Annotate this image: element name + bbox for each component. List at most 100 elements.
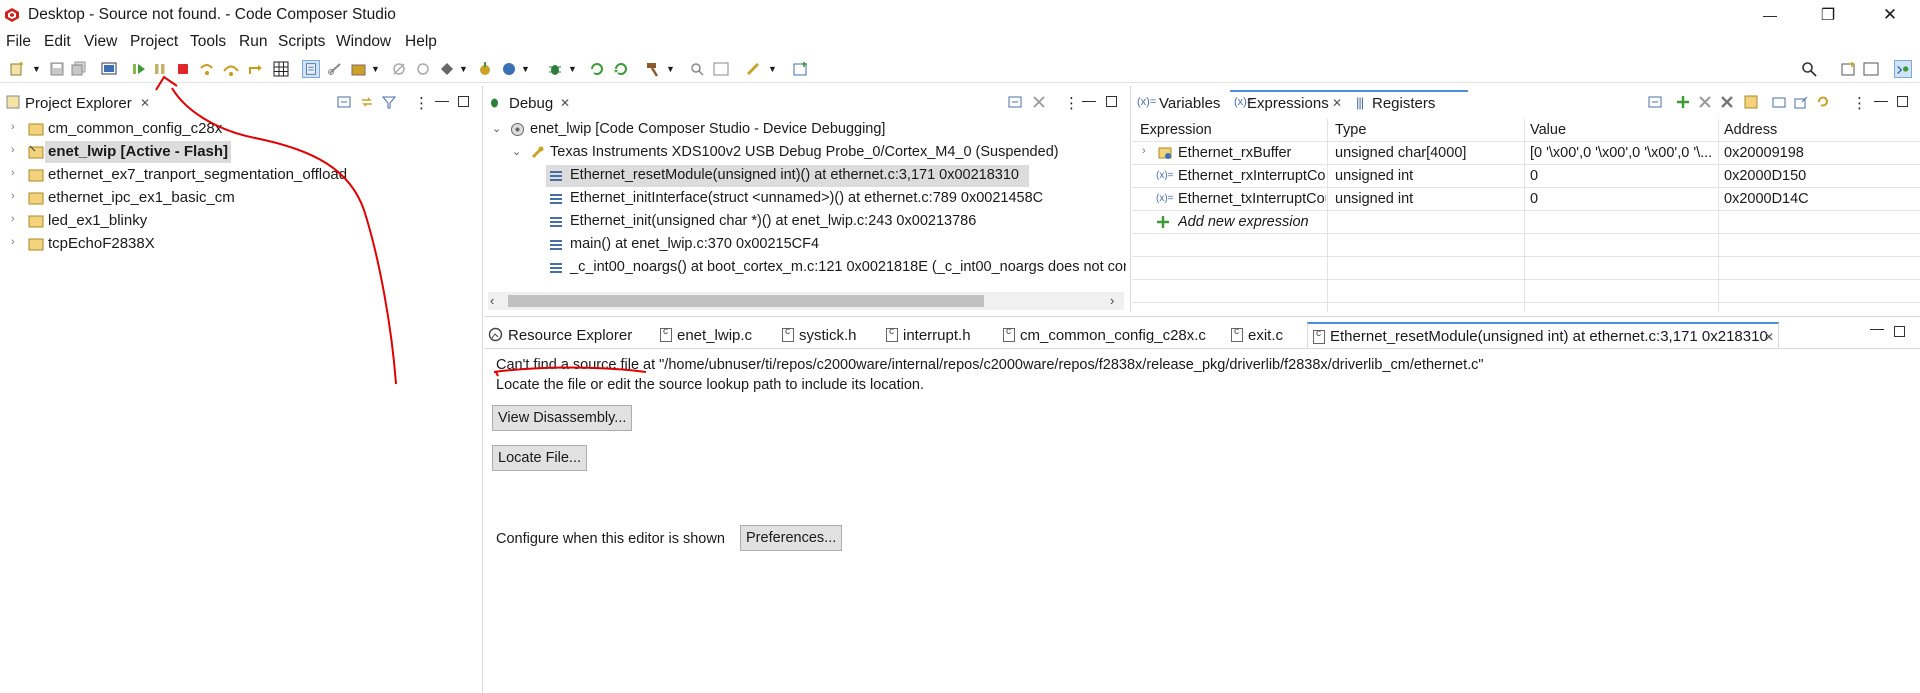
refresh-icon[interactable] (588, 60, 606, 78)
add-expression-icon[interactable] (1676, 95, 1690, 109)
search-icon[interactable] (1800, 60, 1818, 78)
paint-bucket-icon[interactable] (438, 60, 456, 78)
chevron-right-icon[interactable]: › (11, 190, 15, 202)
reload-icon[interactable] (612, 60, 630, 78)
remove-all-icon[interactable] (1720, 95, 1734, 109)
collapse-all-icon[interactable] (1008, 95, 1022, 109)
search-ref-icon[interactable] (688, 60, 706, 78)
maximize-view-icon[interactable] (1106, 96, 1117, 107)
link-with-editor-icon[interactable] (360, 95, 374, 109)
ccs-debug-perspective-icon[interactable] (1894, 60, 1912, 78)
chevron-right-icon[interactable]: › (11, 121, 15, 133)
hammer-build-icon[interactable] (644, 60, 662, 78)
tree-item-project[interactable]: › led_ex1_blinky (0, 210, 480, 233)
restore-button[interactable]: ❐ (1800, 0, 1856, 30)
sash-divider[interactable] (484, 316, 1920, 317)
view-menu-icon[interactable]: ⋮ (414, 94, 429, 112)
chevron-down-icon[interactable]: ⌄ (492, 122, 501, 135)
tab-expressions[interactable]: Expressions (1247, 95, 1329, 112)
menu-project[interactable]: Project (130, 33, 178, 51)
step-return-icon[interactable] (246, 60, 264, 78)
scrollbar-thumb[interactable] (508, 295, 984, 307)
collapse-all-icon[interactable] (1648, 95, 1662, 109)
table-row[interactable]: (x)= Ethernet_rxInterruptCou unsigned in… (1132, 165, 1920, 187)
resume-icon[interactable] (130, 60, 148, 78)
tab-ethernet-reset-module[interactable]: Ethernet_resetModule(unsigned int) at et… (1307, 322, 1779, 348)
minimize-view-icon[interactable]: — (435, 92, 449, 108)
save-all-icon[interactable] (70, 60, 88, 78)
maximize-view-icon[interactable] (1894, 326, 1905, 337)
tree-item-project[interactable]: › ethernet_ex7_tranport_segmentation_off… (0, 164, 480, 187)
tree-item-project[interactable]: › cm_common_config_c28x (0, 118, 480, 141)
view-menu-icon[interactable]: ⋮ (1064, 94, 1079, 112)
connect-target-icon[interactable] (302, 60, 320, 78)
dropdown-arrow-icon[interactable]: ▼ (768, 64, 777, 74)
debug-view-icon[interactable] (100, 60, 118, 78)
table-row[interactable]: › Ethernet_rxBuffer unsigned char[4000] … (1132, 142, 1920, 164)
tab-debug[interactable]: Debug (509, 95, 553, 112)
dropdown-arrow-icon[interactable]: ▼ (32, 64, 41, 74)
collapse-icon[interactable] (1772, 95, 1786, 109)
close-icon[interactable]: ✕ (1332, 96, 1342, 110)
maximize-view-icon[interactable] (458, 96, 469, 107)
open-perspective-icon[interactable] (792, 60, 810, 78)
close-icon[interactable]: ✕ (560, 96, 570, 110)
menu-run[interactable]: Run (239, 33, 267, 51)
menu-view[interactable]: View (84, 33, 117, 51)
view-menu-icon[interactable]: ⋮ (1852, 94, 1867, 112)
breakpoint-remove-icon[interactable] (414, 60, 432, 78)
dropdown-arrow-icon[interactable]: ▼ (371, 64, 380, 74)
column-header-address[interactable]: Address (1724, 119, 1909, 142)
stack-frame[interactable]: Ethernet_initInterface(struct <unnamed>)… (550, 188, 1126, 210)
menu-help[interactable]: Help (405, 33, 437, 51)
stack-frame[interactable]: _c_int00_noargs() at boot_cortex_m.c:121… (550, 257, 1126, 279)
step-over-icon[interactable] (222, 60, 240, 78)
remove-icon[interactable] (1698, 95, 1712, 109)
tab-interrupt-h[interactable]: interrupt.h (886, 322, 976, 348)
stack-frame[interactable]: Ethernet_resetModule(unsigned int)() at … (550, 165, 1126, 187)
stack-frame[interactable]: Ethernet_init(unsigned char *)() at enet… (550, 211, 1126, 233)
continuous-refresh-icon[interactable] (1816, 95, 1830, 109)
tab-registers[interactable]: Registers (1372, 95, 1435, 112)
chevron-right-icon[interactable]: › (11, 144, 15, 156)
column-header-expression[interactable]: Expression (1140, 119, 1325, 142)
remove-terminated-icon[interactable] (1032, 95, 1046, 109)
run-external-icon[interactable] (476, 60, 494, 78)
menu-scripts[interactable]: Scripts (278, 33, 325, 51)
save-icon[interactable] (48, 60, 66, 78)
tab-systick-h[interactable]: systick.h (782, 322, 862, 348)
menu-tools[interactable]: Tools (190, 33, 226, 51)
debug-session-node[interactable]: ⌄ enet_lwip [Code Composer Studio - Devi… (490, 119, 1126, 141)
dropdown-arrow-icon[interactable]: ▼ (521, 64, 530, 74)
debug-launch-icon[interactable] (500, 60, 518, 78)
close-icon[interactable]: ✕ (1764, 330, 1774, 344)
minimize-button[interactable]: — (1742, 0, 1798, 30)
chevron-right-icon[interactable]: › (11, 167, 15, 179)
chevron-right-icon[interactable]: › (1142, 145, 1146, 157)
chevron-right-icon[interactable]: › (11, 213, 15, 225)
menu-file[interactable]: File (6, 33, 31, 51)
tree-item-project[interactable]: › tcpEchoF2838X (0, 233, 480, 256)
export-icon[interactable] (1794, 95, 1808, 109)
scroll-left-icon[interactable]: ‹ (490, 293, 494, 308)
terminate-icon[interactable] (174, 60, 192, 78)
minimize-view-icon[interactable]: — (1870, 320, 1884, 336)
tab-cm-common-config-c28x-c[interactable]: cm_common_config_c28x.c (1003, 322, 1206, 348)
open-perspective-button-icon[interactable] (1840, 60, 1858, 78)
terminal-icon[interactable] (712, 60, 730, 78)
ccs-edit-perspective-icon[interactable] (1862, 60, 1880, 78)
bug-icon[interactable] (546, 60, 564, 78)
suspend-icon[interactable] (151, 60, 169, 78)
preferences-button[interactable]: Preferences... (740, 525, 843, 551)
step-into-icon[interactable] (198, 60, 216, 78)
column-header-type[interactable]: Type (1335, 119, 1520, 142)
link-icon[interactable] (326, 60, 344, 78)
dropdown-arrow-icon[interactable]: ▼ (666, 64, 675, 74)
debug-horizontal-scrollbar[interactable]: ‹ › (488, 292, 1124, 310)
close-button[interactable]: ✕ (1862, 0, 1918, 30)
minimize-view-icon[interactable]: — (1874, 92, 1888, 108)
add-new-expression-row[interactable]: Add new expression (1132, 211, 1327, 233)
stack-frame[interactable]: main() at enet_lwip.c:370 0x00215CF4 (550, 234, 1126, 256)
load-program-icon[interactable] (350, 60, 368, 78)
pin-icon[interactable] (744, 60, 762, 78)
